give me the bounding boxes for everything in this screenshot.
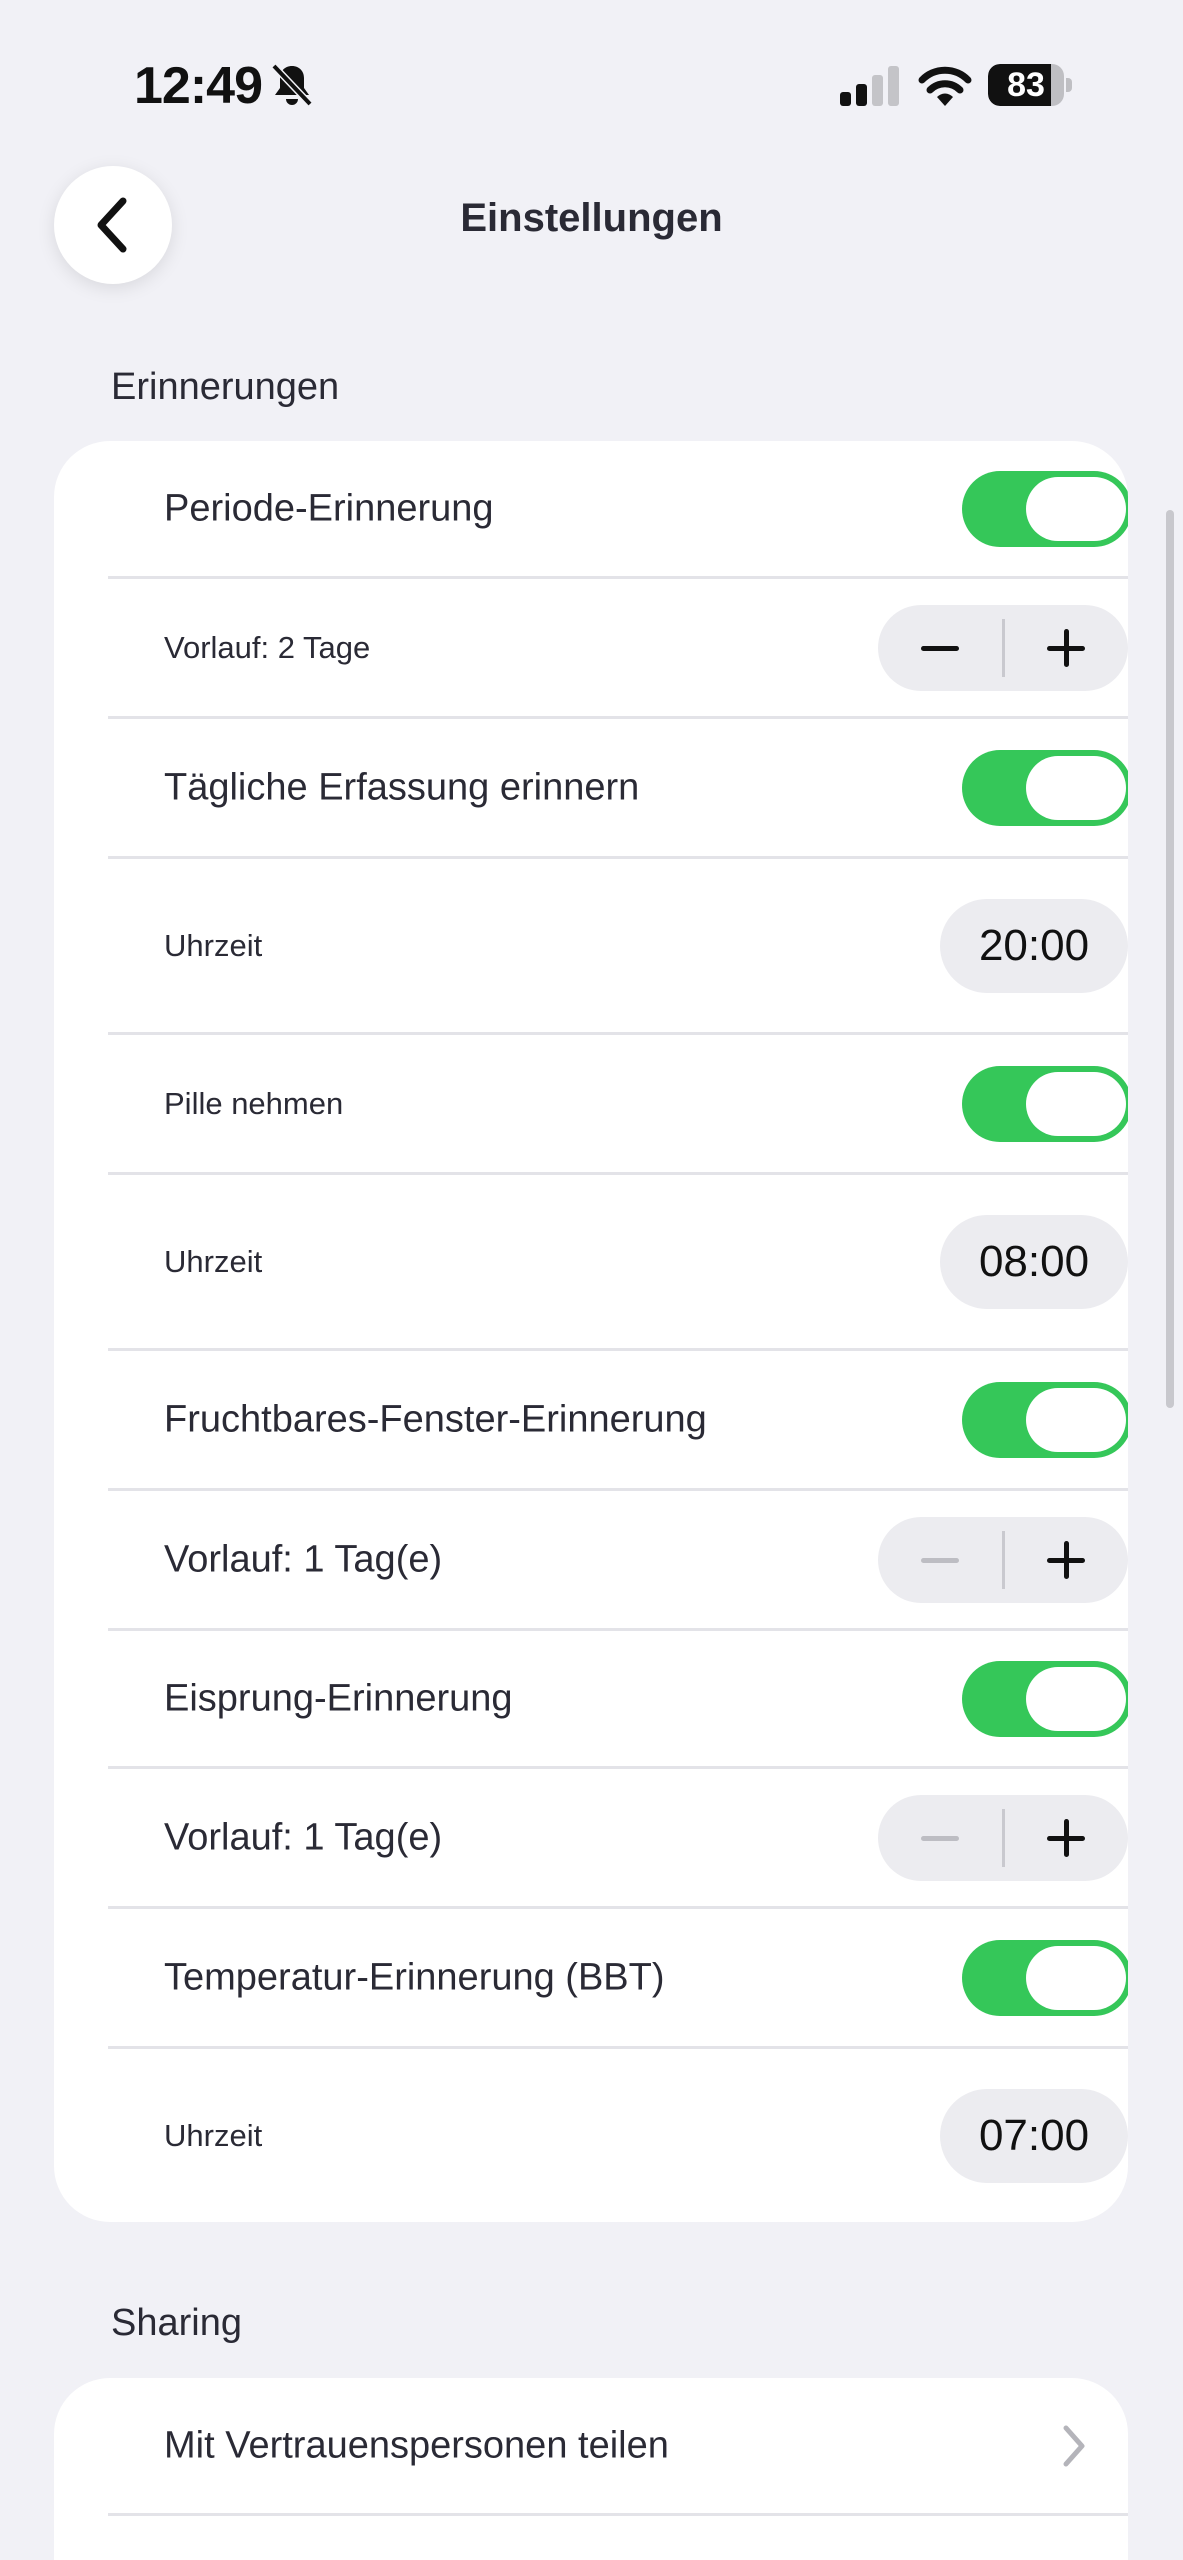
row-label: Vorlauf: 2 Tage [164,629,371,665]
temperature-time-picker[interactable]: 07:00 [940,2088,1128,2183]
wifi-icon [918,66,972,106]
row-label: Uhrzeit [164,927,263,963]
decrement-button[interactable] [878,1517,1002,1603]
pill-time-picker[interactable]: 08:00 [940,1214,1128,1309]
row-temperature-time: Uhrzeit 07:00 [108,2049,1128,2222]
row-label: Uhrzeit [164,1243,263,1279]
row-daily-log-reminder: Tägliche Erfassung erinnern [108,719,1128,859]
row-period-reminder: Periode-Erinnerung [108,441,1128,579]
decrement-button[interactable] [878,1795,1002,1881]
row-pill-reminder: Pille nehmen [108,1035,1128,1175]
increment-button[interactable] [1004,1795,1128,1881]
row-label: Uhrzeit [164,2117,263,2153]
row-ovulation-lead-time: Vorlauf: 1 Tag(e) [108,1769,1128,1909]
fertile-window-toggle[interactable] [962,1381,1128,1458]
daily-log-time-picker[interactable]: 20:00 [940,898,1128,993]
status-bar: 12:49 83 [0,0,1183,160]
increment-button[interactable] [1004,605,1128,691]
chevron-right-icon [1063,2425,1085,2466]
row-label: Periode-Erinnerung [164,487,494,529]
row-share-trusted-contacts[interactable]: Mit Vertrauenspersonen teilen [108,2378,1128,2516]
reminders-card: Periode-Erinnerung Vorlauf: 2 Tage Tägli… [54,441,1128,2222]
period-lead-stepper[interactable] [878,604,1128,691]
row-label: Fruchtbares-Fenster-Erinnerung [164,1398,707,1440]
battery-percentage: 83 [1007,66,1045,104]
row-label: Tägliche Erfassung erinnern [164,766,640,808]
pill-reminder-toggle[interactable] [962,1065,1128,1142]
row-label: Vorlauf: 1 Tag(e) [164,1538,443,1580]
increment-button[interactable] [1004,1517,1128,1603]
decrement-button[interactable] [878,605,1002,691]
section-title-sharing: Sharing [111,2302,242,2344]
daily-log-toggle[interactable] [962,749,1128,826]
battery-icon: 83 [988,64,1074,106]
row-label: Eisprung-Erinnerung [164,1677,513,1719]
row-fertile-lead-time: Vorlauf: 1 Tag(e) [108,1491,1128,1631]
bell-slash-icon [271,63,313,107]
period-reminder-toggle[interactable] [962,470,1128,547]
row-fertile-window-reminder: Fruchtbares-Fenster-Erinnerung [108,1351,1128,1491]
ovulation-lead-stepper[interactable] [878,1794,1128,1881]
page-title: Einstellungen [460,196,723,240]
sharing-card: Mit Vertrauenspersonen teilen [54,2378,1128,2560]
row-label: Vorlauf: 1 Tag(e) [164,1816,443,1858]
temperature-toggle[interactable] [962,1939,1128,2016]
row-label: Mit Vertrauenspersonen teilen [164,2424,669,2466]
row-daily-log-time: Uhrzeit 20:00 [108,859,1128,1035]
signal-icon [840,66,899,106]
row-period-lead-time: Vorlauf: 2 Tage [108,579,1128,719]
scrollbar[interactable] [1166,510,1174,1408]
status-time: 12:49 [134,57,263,115]
row-label: Temperatur-Erinnerung (BBT) [164,1956,665,1998]
row-temperature-reminder: Temperatur-Erinnerung (BBT) [108,1909,1128,2049]
row-pill-time: Uhrzeit 08:00 [108,1175,1128,1351]
row-ovulation-reminder: Eisprung-Erinnerung [108,1631,1128,1769]
fertile-lead-stepper[interactable] [878,1516,1128,1603]
row-label: Pille nehmen [164,1085,344,1121]
section-title-reminders: Erinnerungen [111,366,340,408]
ovulation-toggle[interactable] [962,1660,1128,1737]
